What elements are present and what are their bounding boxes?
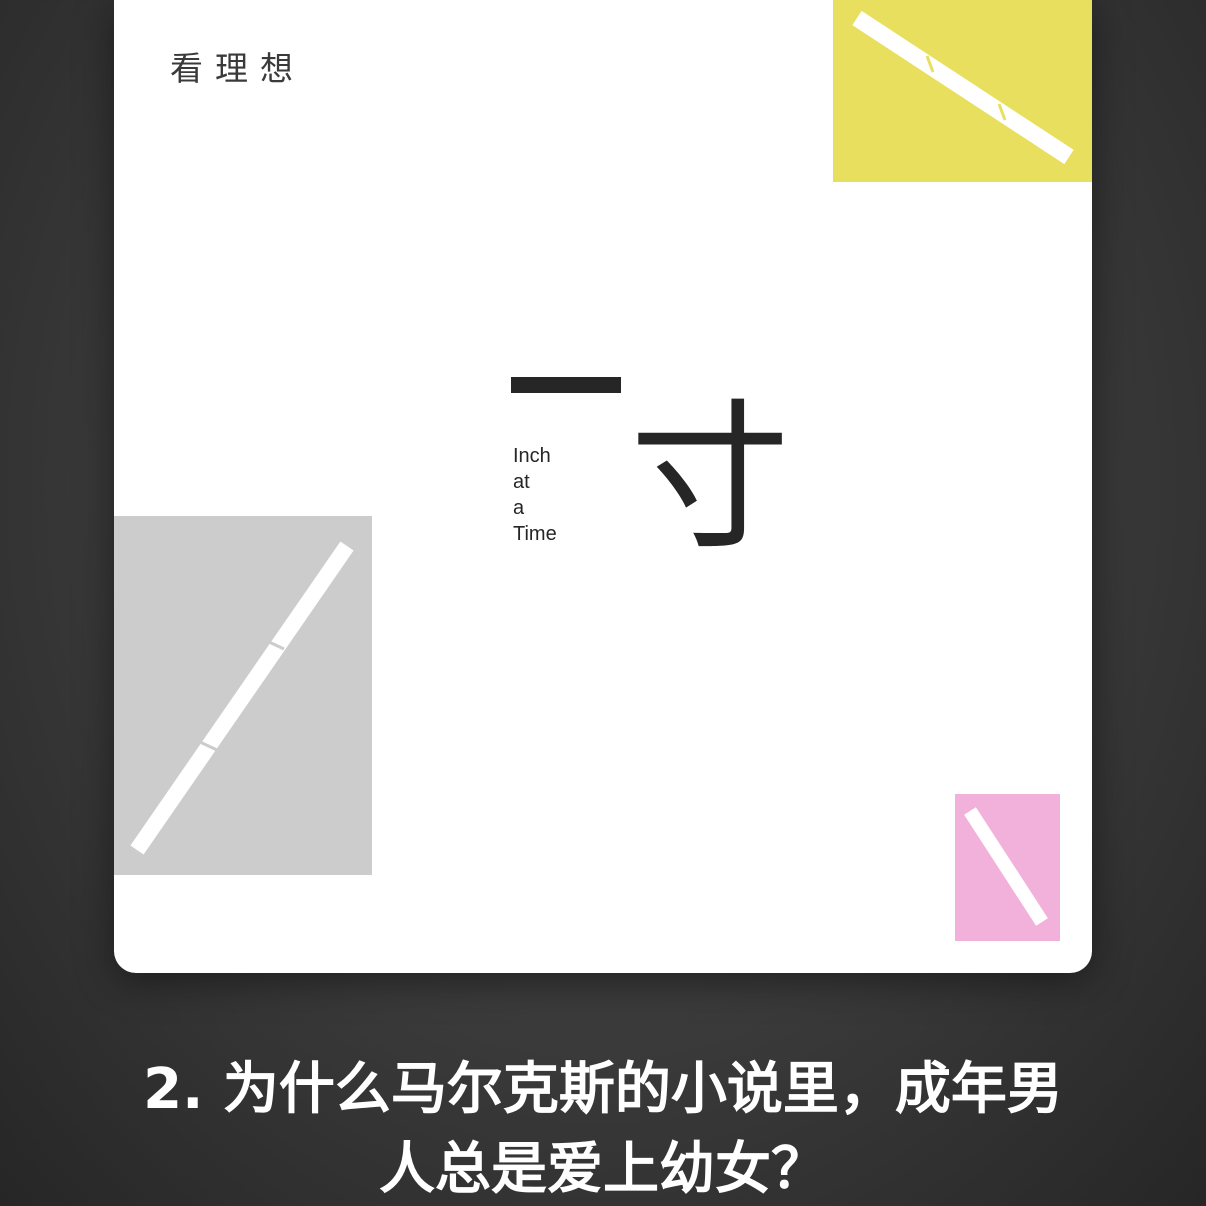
subtitle-line: at <box>513 471 530 493</box>
title-char-cun: 寸 <box>630 384 791 571</box>
publisher-logo: 看理想 <box>170 49 305 88</box>
episode-title: 2. 为什么马尔克斯的小说里，成年男 人总是爱上幼女？ <box>60 1050 1146 1206</box>
album-cover[interactable]: 看理想 寸 Inch at a Time <box>114 0 1092 973</box>
yellow-block <box>833 0 1092 182</box>
gray-block <box>114 516 372 875</box>
english-subtitle: Inch at a Time <box>513 443 557 547</box>
episode-title-line-2: 人总是爱上幼女？ <box>379 1137 827 1202</box>
episode-title-line-1: 2. 为什么马尔克斯的小说里，成年男 <box>143 1057 1063 1122</box>
title-char-yi <box>511 377 621 393</box>
subtitle-line: Time <box>513 523 557 545</box>
bamboo-stick-yellow <box>833 0 1092 182</box>
bamboo-stick-gray <box>114 516 372 875</box>
bamboo-stick-pink <box>955 794 1060 941</box>
subtitle-line: a <box>513 497 525 519</box>
subtitle-line: Inch <box>513 445 551 467</box>
pink-block <box>955 794 1060 941</box>
